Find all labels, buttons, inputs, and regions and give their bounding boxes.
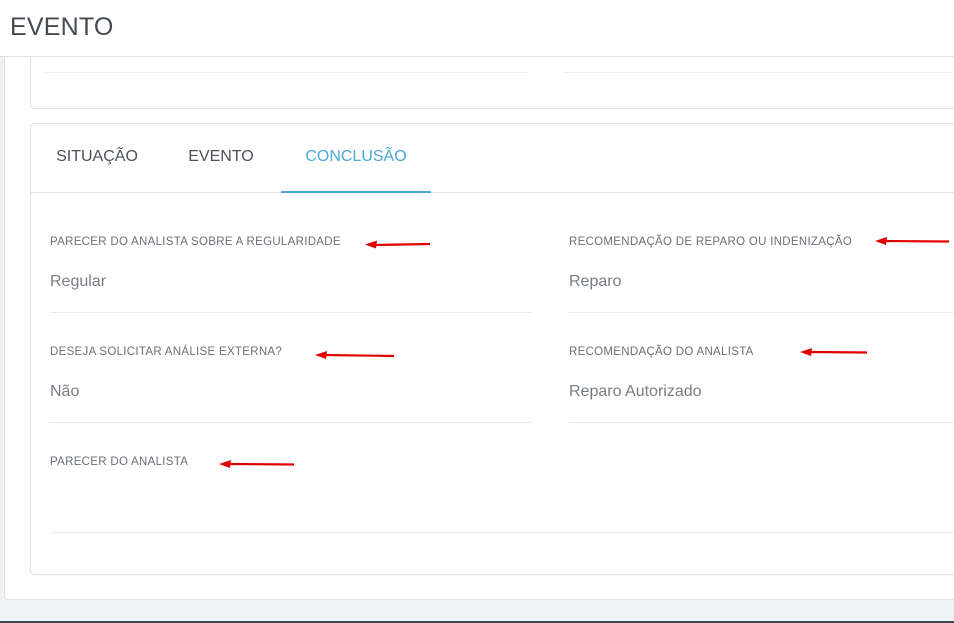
- field-value[interactable]: Não: [50, 383, 79, 401]
- annotation-arrow-icon: [315, 351, 395, 359]
- annotation-arrow-icon: [219, 460, 295, 468]
- field-analise-externa: DESEJA SOLICITAR ANÁLISE EXTERNA? Não: [50, 346, 532, 426]
- field-label: PARECER DO ANALISTA SOBRE A REGULARIDADE: [50, 236, 341, 248]
- tab-conclusao[interactable]: CONCLUSÃO: [281, 124, 431, 193]
- field-label: DESEJA SOLICITAR ANÁLISE EXTERNA?: [50, 346, 283, 358]
- annotation-arrow-icon: [365, 240, 431, 249]
- page-header: EVENTO: [0, 0, 954, 57]
- divider: [569, 422, 954, 423]
- page-title: EVENTO: [10, 13, 114, 41]
- divider: [50, 422, 532, 423]
- field-recomendacao-analista: RECOMENDAÇÃO DO ANALISTA Reparo Autoriza…: [569, 346, 954, 426]
- tab-situacao[interactable]: SITUAÇÃO: [51, 124, 143, 193]
- field-value[interactable]: Reparo Autorizado: [569, 383, 702, 401]
- divider: [50, 312, 532, 313]
- field-recomendacao-reparo: RECOMENDAÇÃO DE REPARO OU INDENIZAÇÃO Re…: [569, 236, 954, 316]
- annotation-arrow-icon: [875, 237, 950, 245]
- divider: [45, 72, 527, 73]
- field-label: PARECER DO ANALISTA: [50, 456, 189, 468]
- field-value[interactable]: Regular: [50, 273, 106, 291]
- field-parecer-analista: PARECER DO ANALISTA: [50, 456, 954, 536]
- divider: [563, 72, 954, 73]
- field-parecer-regularidade: PARECER DO ANALISTA SOBRE A REGULARIDADE…: [50, 236, 532, 316]
- previous-section-card: [30, 57, 954, 109]
- field-label: RECOMENDAÇÃO DE REPARO OU INDENIZAÇÃO: [569, 236, 853, 248]
- annotation-arrow-icon: [800, 348, 868, 356]
- tab-bar: SITUAÇÃO EVENTO CONCLUSÃO: [31, 124, 954, 193]
- field-label: RECOMENDAÇÃO DO ANALISTA: [569, 346, 754, 358]
- divider: [569, 312, 954, 313]
- field-value[interactable]: Reparo: [569, 273, 621, 291]
- tab-evento[interactable]: EVENTO: [177, 124, 265, 193]
- divider: [50, 532, 954, 533]
